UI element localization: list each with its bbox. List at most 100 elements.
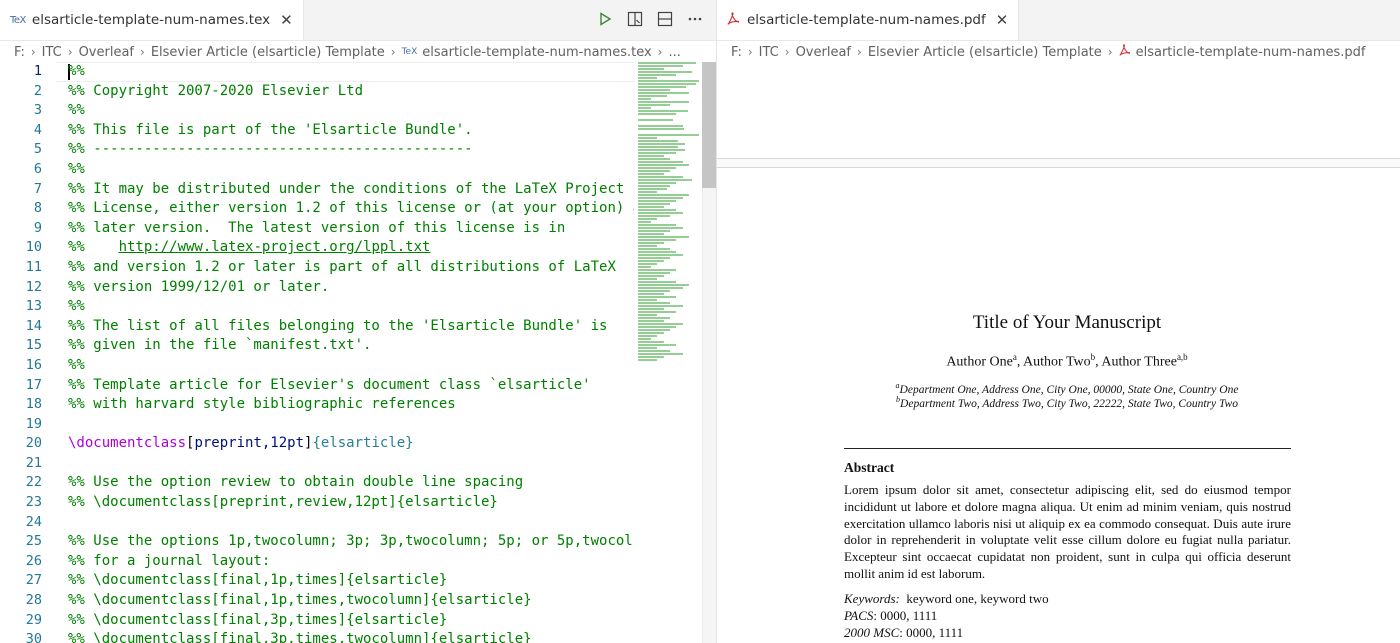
minimap-line — [638, 191, 658, 193]
affiliation-line: aDepartment One, Address One, City One, … — [717, 381, 1400, 396]
line-number: 30 — [25, 631, 42, 643]
code-line[interactable]: %% The list of all files belonging to th… — [68, 317, 634, 337]
minimap-line — [638, 305, 683, 307]
minimap-line — [638, 65, 683, 67]
minimap-line — [638, 269, 677, 271]
code-line[interactable]: %% — [68, 101, 634, 121]
split-preview-icon[interactable] — [626, 10, 644, 28]
breadcrumb-symbols[interactable]: ... — [668, 45, 680, 60]
minimap-line — [638, 68, 664, 70]
minimap-line — [638, 248, 670, 250]
code-line[interactable]: %% — [68, 356, 634, 376]
chevron-right-icon: › — [67, 45, 73, 59]
minimap-line — [638, 317, 670, 319]
chevron-right-icon: › — [30, 45, 36, 59]
comment-text: %% Use the option review to obtain doubl… — [68, 474, 524, 491]
breadcrumb-folder-template[interactable]: Elsevier Article (elsarticle) Template — [868, 45, 1102, 60]
code-line[interactable]: %% and version 1.2 or later is part of a… — [68, 258, 634, 278]
breadcrumb-drive[interactable]: F: — [14, 45, 25, 60]
minimap-line — [638, 173, 664, 175]
code-line[interactable]: %% with harvard style bibliographic refe… — [68, 395, 634, 415]
comment-text: %% Copyright 2007-2020 Elsevier Ltd — [68, 82, 364, 99]
close-icon[interactable]: ✕ — [280, 11, 293, 29]
tex-file-tab[interactable]: TeX elsarticle-template-num-names.tex ✕ — [0, 0, 304, 40]
breadcrumb-file[interactable]: elsarticle-template-num-names.pdf — [1136, 45, 1366, 60]
close-icon[interactable]: ✕ — [996, 11, 1009, 29]
line-number-gutter: 1 2 3 4 5 6 7 8 9 10 11 12 13 14 15 16 17 18 19 20 21 22 23 24 2… — [0, 62, 56, 643]
abstract-heading: Abstract — [844, 460, 895, 475]
minimap-line — [638, 290, 670, 292]
pdf-file-tab[interactable]: elsarticle-template-num-names.pdf ✕ — [717, 0, 1020, 40]
code-line[interactable]: %% Use the option review to obtain doubl… — [68, 473, 634, 493]
code-line[interactable]: %% Use the options 1p,twocolumn; 3p; 3p,… — [68, 532, 634, 552]
more-icon[interactable] — [686, 10, 704, 28]
code-line[interactable]: %% It may be distributed under the condi… — [68, 180, 634, 200]
code-line[interactable]: %% http://www.latex-project.org/lppl.txt — [68, 238, 634, 258]
url-link[interactable]: http://www.latex-project.org/lppl.txt — [119, 239, 431, 255]
minimap-line — [638, 311, 677, 313]
comment-text: %% and version 1.2 or later is part of a… — [68, 258, 616, 275]
scrollbar-thumb[interactable] — [702, 62, 716, 188]
breadcrumb-folder-itc[interactable]: ITC — [42, 45, 62, 60]
code-line[interactable]: %% later version. The latest version of … — [68, 219, 634, 239]
code-line[interactable] — [68, 415, 634, 435]
minimap-line — [638, 128, 685, 130]
code-line[interactable]: \documentclass[preprint,12pt]{elsarticle… — [68, 434, 634, 454]
code-line[interactable]: %% \documentclass[final,3p,times]{elsart… — [68, 611, 634, 631]
code-line[interactable]: %% — [68, 62, 634, 82]
code-line[interactable]: %% — [68, 160, 634, 180]
breadcrumb-folder-template[interactable]: Elsevier Article (elsarticle) Template — [151, 45, 385, 60]
keywords-line: Keywords: keyword one, keyword two — [844, 591, 1049, 607]
split-editor-icon[interactable] — [656, 10, 674, 28]
code-line[interactable]: %% version 1999/12/01 or later. — [68, 278, 634, 298]
minimap-line — [638, 146, 678, 148]
line-number: 14 — [25, 317, 42, 334]
breadcrumb-folder-itc[interactable]: ITC — [759, 45, 779, 60]
tex-icon: TeX — [401, 47, 418, 57]
pdf-breadcrumb: F: › ITC › Overleaf › Elsevier Article (… — [717, 41, 1400, 63]
breadcrumb-file[interactable]: elsarticle-template-num-names.tex — [422, 45, 651, 60]
pdf-icon — [1119, 44, 1130, 60]
minimap-line — [638, 221, 651, 223]
code-line[interactable] — [68, 513, 634, 533]
minimap-line — [638, 359, 658, 361]
code-line[interactable]: %% License, either version 1.2 of this l… — [68, 199, 634, 219]
chevron-right-icon: › — [747, 45, 753, 59]
code-line[interactable]: %% — [68, 297, 634, 317]
author-list: Author Onea, Author Twob, Author Threea,… — [717, 352, 1400, 371]
breadcrumb-folder-overleaf[interactable]: Overleaf — [79, 45, 134, 60]
code-line[interactable]: %% Template article for Elsevier's docum… — [68, 376, 634, 396]
code-line[interactable]: %% \documentclass[final,1p,times,twocolu… — [68, 591, 634, 611]
line-number: 6 — [33, 160, 42, 177]
code-lines[interactable]: %% %% Copyright 2007-2020 Elsevier Ltd%%%… — [68, 62, 634, 643]
minimap-line — [638, 86, 686, 88]
comment-text: %% \documentclass[preprint,review,12pt]{… — [68, 494, 498, 511]
pacs-line: PACS: 0000, 1111 — [844, 608, 937, 624]
minimap-line — [638, 257, 670, 259]
code-line[interactable]: %% Copyright 2007-2020 Elsevier Ltd — [68, 82, 634, 102]
minimap-line — [638, 272, 670, 274]
minimap-line — [638, 263, 658, 265]
minimap-line — [638, 143, 686, 145]
code-line[interactable]: %% \documentclass[final,3p,times,twocolu… — [68, 630, 634, 643]
line-number: 17 — [25, 376, 42, 393]
minimap-line — [638, 212, 683, 214]
code-line[interactable] — [68, 454, 634, 474]
abstract-rule — [844, 448, 1291, 449]
minimap[interactable] — [638, 62, 702, 372]
minimap-line — [638, 155, 664, 157]
code-line[interactable]: %% for a journal layout: — [68, 552, 634, 572]
code-line[interactable]: %% This file is part of the 'Elsarticle … — [68, 121, 634, 141]
code-line[interactable]: %% \documentclass[preprint,review,12pt]{… — [68, 493, 634, 513]
code-line[interactable]: %% -------------------------------------… — [68, 140, 634, 160]
breadcrumb-drive[interactable]: F: — [731, 45, 742, 60]
minimap-line — [638, 74, 677, 76]
code-line[interactable]: %% given in the file `manifest.txt'. — [68, 336, 634, 356]
breadcrumb-folder-overleaf[interactable]: Overleaf — [796, 45, 851, 60]
code-line[interactable]: %% \documentclass[final,1p,times]{elsart… — [68, 571, 634, 591]
code-editor[interactable]: 1 2 3 4 5 6 7 8 9 10 11 12 13 14 15 16 17 18 19 20 21 22 23 24 2… — [0, 62, 716, 643]
minimap-line — [638, 101, 690, 103]
pdf-viewer[interactable]: Title of Your Manuscript Author Onea, Au… — [717, 62, 1400, 643]
minimap-line — [638, 179, 693, 181]
run-icon[interactable] — [596, 10, 614, 28]
